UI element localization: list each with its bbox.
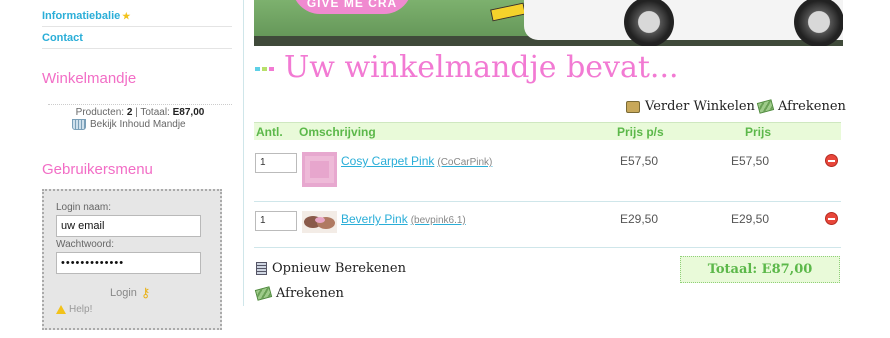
column-header-unit-price: Prijs p/s xyxy=(617,125,664,139)
car-wheel xyxy=(624,0,674,46)
sidebar: Informatiebalie ★ Contact Winkelmandje Pr… xyxy=(0,0,244,330)
column-header-quantity: Antl. xyxy=(256,125,283,139)
car-wheel xyxy=(794,0,843,46)
product-link[interactable]: Cosy Carpet Pink (CoCarPink) xyxy=(341,154,492,168)
divider xyxy=(254,247,841,248)
cart-total: Totaal: E87,00 xyxy=(680,256,840,283)
column-header-price: Prijs xyxy=(745,125,772,139)
cart-title: Winkelmandje xyxy=(42,70,137,87)
nav-link-label: Informatiebalie xyxy=(42,10,121,22)
username-label: Login naam: xyxy=(56,202,112,213)
line-price: E29,50 xyxy=(731,212,770,226)
login-box: Login naam: uw email Wachtwoord: •••••••… xyxy=(42,189,222,330)
key-icon: ⚷ xyxy=(140,285,151,300)
money-icon xyxy=(756,99,775,114)
shopping-cart-icon xyxy=(626,100,640,113)
recalculate-label: Opnieuw Berekenen xyxy=(272,261,406,276)
table-row: 1 Cosy Carpet Pink (CoCarPink) E57,50 E57… xyxy=(254,142,841,200)
remove-icon[interactable] xyxy=(825,154,838,167)
license-plate xyxy=(490,2,526,22)
money-icon xyxy=(254,286,273,301)
product-thumbnail[interactable] xyxy=(302,211,337,233)
checkout-button[interactable]: Afrekenen xyxy=(756,99,846,114)
checkout-bottom-button[interactable]: Afrekenen xyxy=(254,286,344,301)
banner-sign: GIVE ME CRA xyxy=(292,0,412,14)
view-cart-label: Bekijk Inhoud Mandje xyxy=(90,119,186,130)
banner-car xyxy=(524,0,843,46)
total-label: Totaal: xyxy=(140,107,170,118)
continue-shopping-button[interactable]: Verder Winkelen xyxy=(626,99,755,114)
password-label: Wachtwoord: xyxy=(56,239,114,250)
help-link[interactable]: Help! xyxy=(56,304,92,315)
warning-icon xyxy=(56,305,66,314)
quantity-input[interactable]: 1 xyxy=(255,153,297,173)
product-thumbnail[interactable] xyxy=(302,152,337,187)
checkout-bottom-label: Afrekenen xyxy=(276,286,344,301)
column-header-description: Omschrijving xyxy=(299,125,376,139)
cart-table-header: Antl. Omschrijving Prijs p/s Prijs xyxy=(254,122,841,140)
product-link[interactable]: Beverly Pink (bevpink6.1) xyxy=(341,212,466,226)
nav-link-contact[interactable]: Contact xyxy=(42,32,83,44)
cart-summary: Producten: 2 | Totaal: E87,00 xyxy=(48,104,232,118)
basket-icon xyxy=(72,119,86,130)
products-label: Producten: xyxy=(75,107,125,118)
header-banner: GIVE ME CRA xyxy=(254,0,843,46)
continue-shopping-label: Verder Winkelen xyxy=(645,99,755,114)
nav-link-label: Contact xyxy=(42,32,83,44)
product-code: (bevpink6.1) xyxy=(410,215,466,226)
remove-icon[interactable] xyxy=(825,212,838,225)
login-label: Login xyxy=(110,287,137,299)
table-row: 1 Beverly Pink (bevpink6.1) E29,50 E29,50 xyxy=(254,202,841,260)
view-cart-link[interactable]: Bekijk Inhoud Mandje xyxy=(72,119,186,130)
divider xyxy=(42,48,232,49)
checkout-label: Afrekenen xyxy=(778,99,846,114)
total-value: E87,00 xyxy=(172,107,205,118)
line-price: E57,50 xyxy=(731,154,770,168)
login-button[interactable]: Login ⚷ xyxy=(110,285,150,301)
password-field[interactable]: ••••••••••••• xyxy=(56,252,201,274)
help-label: Help! xyxy=(69,304,93,315)
star-icon: ★ xyxy=(122,11,131,21)
title-decoration xyxy=(255,67,274,71)
divider xyxy=(42,26,232,27)
product-code: (CoCarPink) xyxy=(437,157,493,168)
quantity-input[interactable]: 1 xyxy=(255,211,297,231)
product-name: Beverly Pink xyxy=(341,212,408,226)
page-title: Uw winkelmandje bevat... xyxy=(284,50,679,85)
unit-price: E57,50 xyxy=(620,154,659,168)
recalculate-button[interactable]: Opnieuw Berekenen xyxy=(256,261,406,276)
calculator-icon xyxy=(256,262,267,275)
user-menu-title: Gebruikersmenu xyxy=(42,161,153,178)
unit-price: E29,50 xyxy=(620,212,659,226)
products-count: 2 xyxy=(126,107,133,118)
username-field[interactable]: uw email xyxy=(56,215,201,237)
product-name: Cosy Carpet Pink xyxy=(341,154,435,168)
nav-link-informatiebalie[interactable]: Informatiebalie ★ xyxy=(42,10,130,22)
